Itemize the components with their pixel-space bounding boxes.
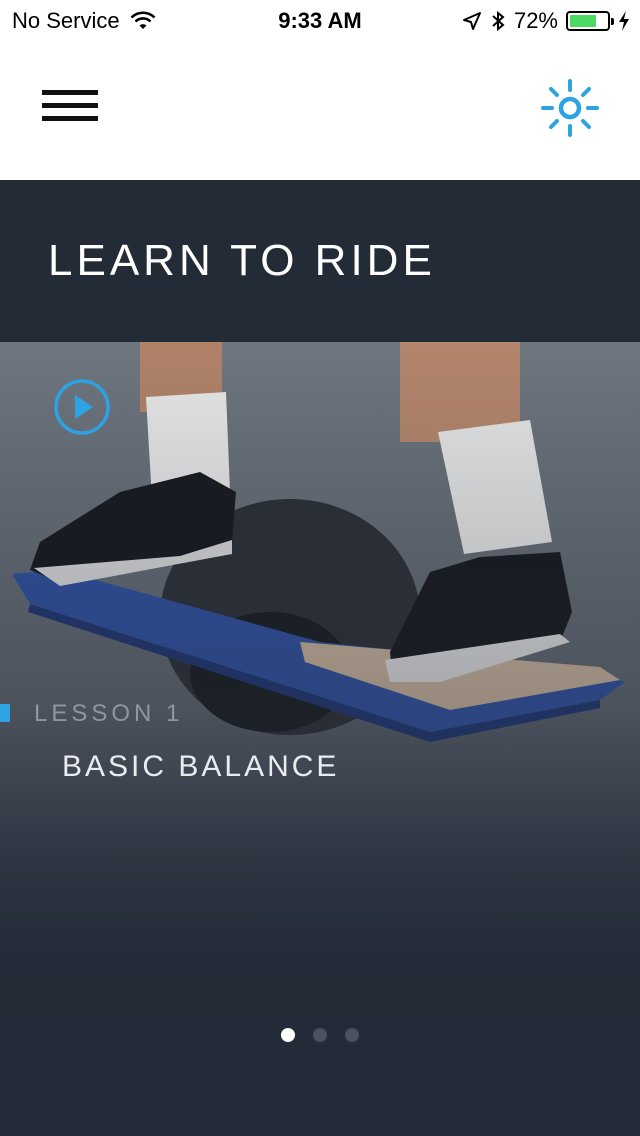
- battery-fill: [570, 15, 596, 27]
- lesson-card[interactable]: LESSON 1 BASIC BALANCE: [0, 342, 640, 1136]
- nav-bar: [0, 40, 640, 180]
- lesson-marker: [0, 704, 10, 722]
- lesson-title: BASIC BALANCE: [62, 750, 340, 783]
- menu-line: [42, 90, 98, 95]
- sun-icon[interactable]: [540, 78, 600, 138]
- page-dot[interactable]: [345, 1028, 359, 1042]
- lesson-number: LESSON 1: [34, 700, 184, 727]
- page-dot[interactable]: [281, 1028, 295, 1042]
- wifi-icon: [130, 11, 156, 29]
- charging-icon: [619, 11, 629, 31]
- page-title: LEARN TO RIDE: [48, 236, 436, 285]
- page-indicator: [0, 1028, 640, 1042]
- lesson-photo: [0, 342, 640, 1136]
- bluetooth-icon: [492, 10, 505, 32]
- title-band: LEARN TO RIDE: [0, 180, 640, 342]
- menu-line: [42, 116, 98, 121]
- hamburger-icon[interactable]: [42, 90, 98, 126]
- battery-icon: [566, 11, 614, 31]
- location-icon: [462, 12, 481, 30]
- status-left: No Service: [12, 8, 156, 34]
- status-bar: No Service 9:33 AM 72%: [0, 0, 640, 40]
- status-right: 72%: [462, 8, 630, 34]
- carrier-label: No Service: [12, 8, 120, 33]
- play-circle-icon[interactable]: [53, 378, 111, 436]
- menu-line: [42, 103, 98, 108]
- page-dot[interactable]: [313, 1028, 327, 1042]
- battery-percent: 72%: [513, 8, 558, 33]
